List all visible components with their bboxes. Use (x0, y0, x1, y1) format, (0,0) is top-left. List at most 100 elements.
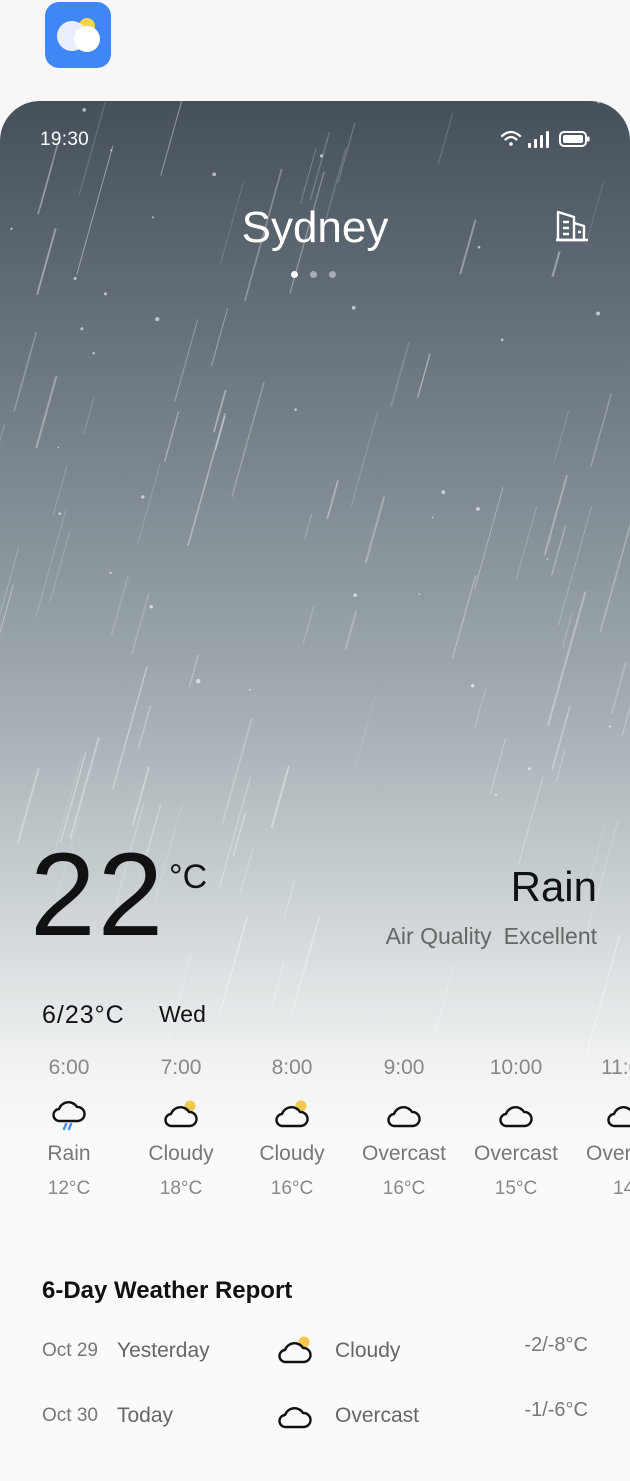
rain-streak (163, 411, 180, 463)
rain-streak (187, 412, 226, 546)
status-icons (500, 130, 590, 148)
signal-icon (528, 131, 549, 148)
rain-drop (58, 512, 61, 515)
rain-drop (80, 327, 84, 331)
rain-streak (547, 591, 587, 726)
air-quality-label: Air Quality (385, 923, 492, 949)
rain-streak (553, 410, 569, 464)
rain-streak (344, 611, 358, 651)
rain-streak (221, 718, 253, 825)
rain-streak (551, 251, 561, 278)
rain-drop (82, 108, 87, 112)
status-time: 19:30 (40, 129, 90, 150)
hourly-condition: Cloudy (148, 1142, 214, 1165)
rain-streak (610, 661, 628, 714)
rain-streak (550, 524, 567, 576)
rain-drop (495, 793, 498, 796)
rain-drop (319, 154, 324, 158)
rain-icon (52, 1101, 86, 1131)
rain-streak (309, 132, 331, 201)
hourly-temp: 18°C (159, 1178, 203, 1199)
rain-drop (546, 558, 549, 560)
page-dot (310, 271, 317, 278)
phone-screen: 19:30 Sydney 22 °C Rain Air Quality Exce… (0, 101, 630, 1481)
report-range: -2/-8°C (524, 1334, 588, 1356)
rain-drop (155, 316, 160, 322)
rain-streak (585, 934, 621, 1056)
rain-streak (232, 812, 247, 857)
air-quality[interactable]: Air Quality Excellent (386, 923, 597, 950)
hourly-item: 11:00 Overcast 14°C (572, 1056, 630, 1200)
rain-streak (13, 331, 38, 412)
rain-streak (543, 474, 568, 556)
rain-streak (437, 112, 454, 166)
weekday: Wed (159, 1001, 206, 1027)
hourly-forecast[interactable]: 6:00 Rain 12°C 7:00 Cloudy 18°C 8:00 Clo… (0, 1056, 630, 1216)
rain-streak (474, 486, 504, 590)
rain-drop (527, 767, 531, 771)
report-title: 6-Day Weather Report (42, 1277, 293, 1304)
report-row[interactable]: Oct 29 Yesterday Cloudy -2/-8°C (0, 1332, 630, 1378)
hourly-condition: Cloudy (259, 1142, 325, 1165)
rain-streak (390, 341, 411, 407)
hourly-item: 8:00 Cloudy 16°C (236, 1056, 348, 1200)
wifi-icon (500, 130, 522, 146)
rain-drop (351, 305, 356, 310)
weather-app-icon[interactable] (45, 2, 111, 68)
rain-streak (555, 750, 566, 782)
rain-streak (290, 916, 321, 1017)
rain-drop (92, 352, 95, 355)
partly-cloudy-icon (275, 1100, 309, 1128)
report-row[interactable]: Oct 30 Today Overcast -1/-6°C (0, 1397, 630, 1443)
hourly-item: 7:00 Cloudy 18°C (125, 1056, 237, 1200)
rain-streak (337, 122, 356, 184)
rain-drop (149, 605, 153, 609)
hourly-time: 11:00 (601, 1056, 630, 1079)
rain-drop (596, 311, 601, 316)
rain-drop (196, 678, 201, 684)
cloud-icon (607, 1106, 630, 1128)
rain-streak (130, 593, 150, 655)
rain-streak (218, 916, 248, 1018)
rain-drop (110, 149, 113, 152)
report-condition: Cloudy (335, 1339, 401, 1362)
rain-streak (0, 424, 5, 443)
rain-streak (518, 776, 544, 865)
rain-streak (304, 513, 313, 540)
rain-drop (141, 495, 145, 499)
daily-range: 6/23°C (42, 1001, 125, 1029)
rain-streak (599, 522, 630, 633)
air-quality-value: Excellent (503, 923, 597, 949)
rain-streak (211, 308, 229, 366)
sun-cloud-icon (57, 18, 100, 52)
partly-cloudy-icon (164, 1100, 198, 1128)
rain-streak (515, 506, 538, 581)
rain-streak (283, 879, 296, 918)
rain-streak (451, 575, 477, 659)
rain-streak (0, 584, 14, 635)
rain-streak (174, 319, 199, 402)
report-day-label: Yesterday (117, 1339, 210, 1362)
city-manage-icon[interactable] (552, 206, 592, 246)
rain-streak (557, 505, 593, 627)
rain-streak (302, 605, 315, 644)
rain-streak (35, 375, 58, 449)
rain-drop (57, 446, 60, 449)
report-date: Oct 30 (42, 1405, 98, 1426)
report-day-label: Today (117, 1404, 174, 1427)
report-condition: Overcast (335, 1404, 420, 1427)
rain-streak (110, 575, 130, 636)
city-title[interactable]: Sydney (0, 203, 630, 253)
rain-streak (300, 147, 317, 204)
rain-streak (39, 162, 54, 209)
rain-streak (83, 397, 95, 435)
rain-drop (418, 593, 421, 595)
rain-drop (73, 276, 77, 280)
rain-drop (475, 507, 480, 511)
rain-drop (597, 101, 600, 104)
rain-streak (231, 381, 265, 498)
report-date: Oct 29 (42, 1340, 98, 1361)
hourly-temp: 16°C (382, 1178, 426, 1199)
rain-drop (500, 338, 504, 342)
rain-streak (112, 665, 148, 789)
